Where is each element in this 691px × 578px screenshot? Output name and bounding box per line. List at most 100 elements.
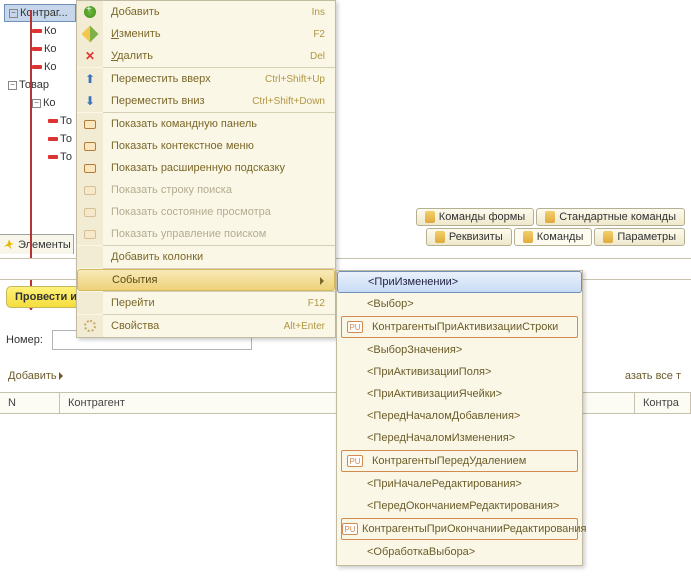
tab-icon (435, 231, 445, 243)
submenu-arrow-icon (320, 277, 328, 285)
events-item[interactable]: <ПриИзменении> (337, 271, 582, 293)
menu-show-ctx-menu[interactable]: Показать контекстное меню (77, 135, 335, 157)
right-tabs: Команды формы Стандартные команды Реквиз… (416, 208, 691, 252)
tab-form-commands[interactable]: Команды формы (416, 208, 534, 226)
events-submenu: <ПриИзменении><Выбор>PUКонтрагентыПриАкт… (336, 270, 583, 566)
menu-properties[interactable]: Свойства Alt+Enter (77, 315, 335, 337)
field-icon (32, 29, 42, 33)
events-item-label: <ОбработкаВыбора> (363, 546, 582, 558)
pencil-icon (82, 26, 99, 43)
tree-root-node[interactable]: − Контраг... (4, 4, 76, 22)
col-n[interactable]: N (0, 393, 60, 413)
events-item-label: <ПриИзменении> (364, 276, 581, 288)
events-item[interactable]: <Выбор> (337, 293, 582, 315)
events-item-label: <ПриАктивизацииПоля> (363, 366, 582, 378)
tab-commands[interactable]: Команды (514, 228, 593, 246)
tab-elements[interactable]: Элементы (0, 234, 74, 254)
panel-icon (84, 230, 96, 239)
menu-add[interactable]: Добавить Ins (77, 1, 335, 23)
events-item-label: <ВыборЗначения> (363, 344, 582, 356)
events-item-label: <ПередНачаломДобавления> (363, 410, 582, 422)
arrow-down-icon: ⬇ (85, 94, 95, 108)
field-icon (48, 155, 58, 159)
field-icon (32, 65, 42, 69)
collapse-icon[interactable]: − (32, 99, 41, 108)
field-icon (48, 137, 58, 141)
panel-icon (84, 164, 96, 173)
field-icon (48, 119, 58, 123)
tree-label: Контраг... (20, 7, 68, 19)
plus-icon (84, 6, 96, 18)
menu-edit[interactable]: Изменить F2 (77, 23, 335, 45)
tab-icon (545, 211, 555, 223)
events-item[interactable]: <ПередОкончаниемРедактирования> (337, 495, 582, 517)
collapse-icon[interactable]: − (8, 81, 17, 90)
context-menu: Добавить Ins Изменить F2 ✕ Удалить Del ⬆… (76, 0, 336, 338)
menu-move-down[interactable]: ⬇ Переместить вниз Ctrl+Shift+Down (77, 90, 335, 112)
menu-move-up[interactable]: ⬆ Переместить вверх Ctrl+Shift+Up (77, 68, 335, 90)
events-item[interactable]: <ПередНачаломИзменения> (337, 427, 582, 449)
tree-item[interactable]: Ко (4, 58, 76, 76)
tree-item[interactable]: Ко (4, 22, 76, 40)
events-item[interactable]: <ОбработкаВыбора> (337, 541, 582, 563)
show-all-link[interactable]: азать все т (625, 370, 681, 382)
menu-delete[interactable]: ✕ Удалить Del (77, 45, 335, 67)
tree-item[interactable]: То (4, 148, 76, 166)
menu-show-search-ctrl: Показать управление поиском (77, 223, 335, 245)
delete-icon: ✕ (85, 49, 95, 63)
events-item[interactable]: <ПриАктивизацииЯчейки> (337, 383, 582, 405)
events-item[interactable]: <ПриНачалеРедактирования> (337, 473, 582, 495)
events-item-label: КонтрагентыПриОкончанииРедактирования (358, 523, 586, 535)
col-contractor2[interactable]: Контра (635, 393, 691, 413)
tree-subgroup[interactable]: − Ко (4, 94, 76, 112)
nomer-label: Номер: (6, 334, 43, 346)
events-item-label: <ПередОкончаниемРедактирования> (363, 500, 582, 512)
tree-item[interactable]: То (4, 130, 76, 148)
tree-item[interactable]: То (4, 112, 76, 130)
tree-group-node[interactable]: − Товар (4, 76, 76, 94)
events-item-label: <ПередНачаломИзменения> (363, 432, 582, 444)
post-close-button[interactable]: Провести и (6, 286, 86, 308)
menu-show-cmd-panel[interactable]: Показать командную панель (77, 113, 335, 135)
bolt-icon (4, 240, 14, 250)
panel-icon (84, 186, 96, 195)
menu-events[interactable]: События (77, 269, 335, 291)
menu-show-tooltip[interactable]: Показать расширенную подсказку (77, 157, 335, 179)
field-icon (32, 47, 42, 51)
events-item[interactable]: <ПриАктивизацииПоля> (337, 361, 582, 383)
events-item[interactable]: <ВыборЗначения> (337, 339, 582, 361)
events-item[interactable]: PU КонтрагентыПриАктивизацииСтроки (341, 316, 578, 338)
events-item-label: <ПриАктивизацииЯчейки> (363, 388, 582, 400)
menu-add-columns[interactable]: Добавить колонки (77, 246, 335, 268)
add-link[interactable]: Добавить (8, 370, 67, 382)
events-item-label: <Выбор> (363, 298, 582, 310)
tab-icon (603, 231, 613, 243)
events-item[interactable]: <ПередНачаломДобавления> (337, 405, 582, 427)
panel-icon (84, 208, 96, 217)
procedure-badge-icon: PU (347, 321, 363, 333)
tab-parameters[interactable]: Параметры (594, 228, 685, 246)
tab-icon (425, 211, 435, 223)
chevron-down-icon (59, 372, 67, 380)
menu-show-view-state: Показать состояние просмотра (77, 201, 335, 223)
procedure-badge-icon: PU (347, 455, 363, 467)
events-item[interactable]: PUКонтрагентыПриОкончанииРедактирования (341, 518, 578, 540)
events-item-label: <ПриНачалеРедактирования> (363, 478, 582, 490)
events-item-label: КонтрагентыПередУдалением (368, 455, 577, 467)
menu-goto[interactable]: Перейти F12 (77, 292, 335, 314)
panel-icon (84, 120, 96, 129)
events-item[interactable]: PU КонтрагентыПередУдалением (341, 450, 578, 472)
tab-std-commands[interactable]: Стандартные команды (536, 208, 685, 226)
menu-show-search: Показать строку поиска (77, 179, 335, 201)
gear-icon (84, 320, 96, 332)
arrow-up-icon: ⬆ (85, 72, 95, 86)
tree-panel: − Контраг... Ко Ко Ко − Товар − Ко То То… (4, 4, 76, 166)
panel-icon (84, 142, 96, 151)
tree-item[interactable]: Ко (4, 40, 76, 58)
tab-icon (523, 231, 533, 243)
procedure-badge-icon: PU (342, 523, 358, 535)
tab-attributes[interactable]: Реквизиты (426, 228, 512, 246)
collapse-icon[interactable]: − (9, 9, 18, 18)
events-item-label: КонтрагентыПриАктивизацииСтроки (368, 321, 577, 333)
tab-label: Элементы (18, 239, 71, 251)
